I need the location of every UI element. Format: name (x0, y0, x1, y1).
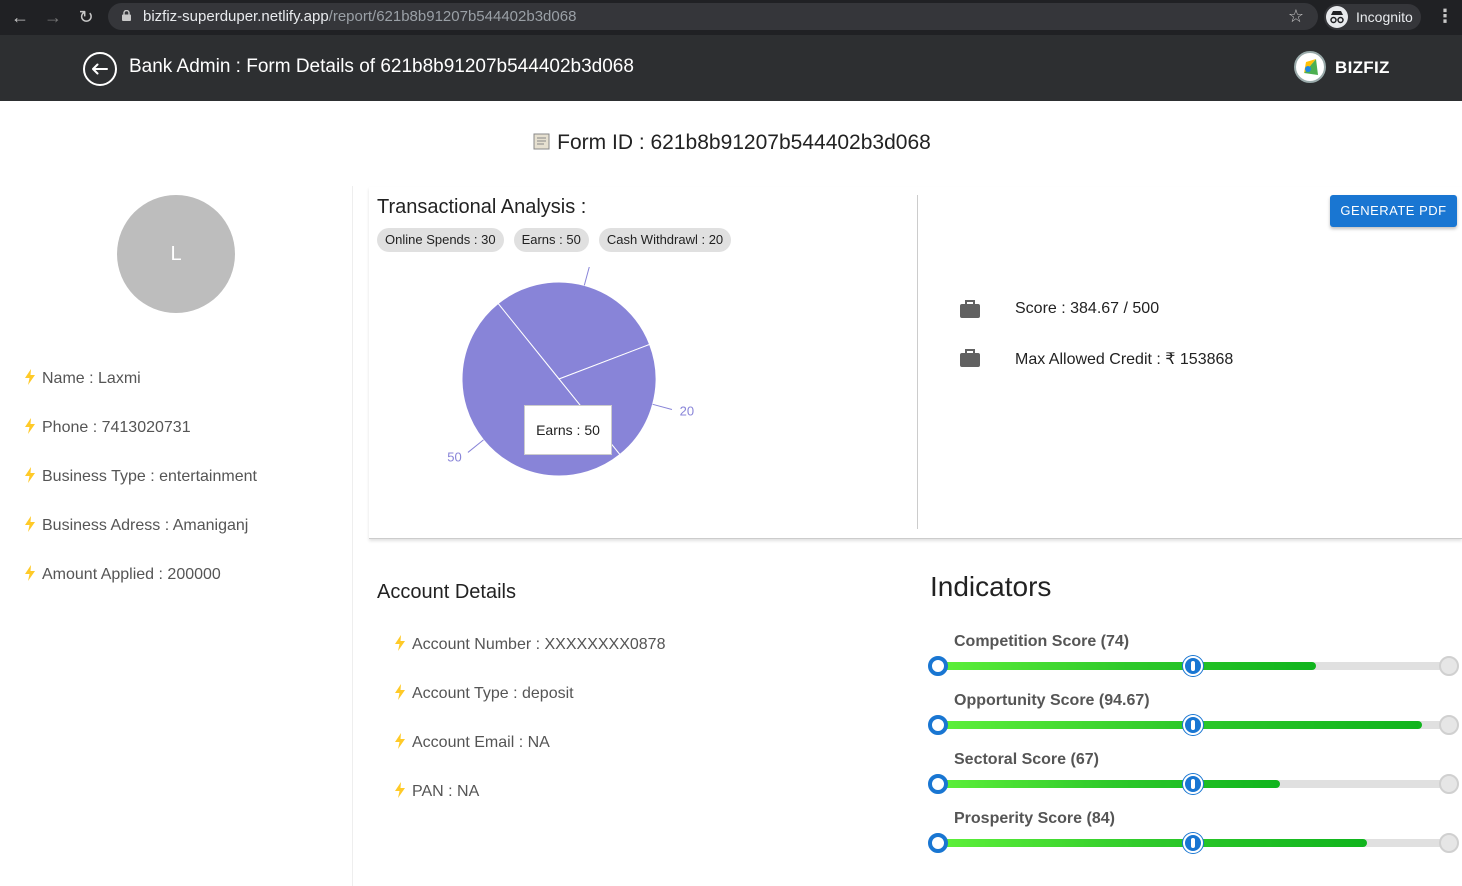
account-number: Account Number : XXXXXXXX0878 (394, 635, 665, 654)
briefcase-icon (960, 300, 980, 318)
pie-value-label: 50 (447, 449, 461, 464)
account-details-title: Account Details (377, 581, 516, 603)
lightning-icon (25, 418, 35, 434)
account-email: Account Email : NA (394, 733, 550, 752)
page-title: Bank Admin : Form Details of 621b8b91207… (129, 56, 634, 77)
account-details-card: Account Details Account Number : XXXXXXX… (369, 562, 909, 882)
slider-mid-handle[interactable] (1183, 833, 1203, 853)
scroll-icon (533, 133, 550, 150)
account-pan: PAN : NA (394, 782, 479, 801)
chip-cash-withdrawl[interactable]: Cash Withdrawl : 20 (598, 228, 732, 252)
slider-fill (937, 721, 1422, 729)
bookmark-star-icon[interactable]: ☆ (1288, 6, 1304, 27)
arrow-left-icon (92, 63, 108, 75)
lightning-icon (395, 635, 405, 651)
indicator-slider-opportunity[interactable] (928, 715, 1459, 735)
slider-end-handle[interactable] (1439, 715, 1459, 735)
browser-toolbar: ← → ↻ bizfiz-superduper.netlify.app/repo… (0, 0, 1462, 35)
slider-end-handle[interactable] (1439, 833, 1459, 853)
slider-start-handle[interactable] (928, 833, 948, 853)
lightning-icon (25, 565, 35, 581)
brand-name: BIZFIZ (1335, 58, 1390, 77)
transactional-analysis-card: Transactional Analysis : Online Spends :… (369, 187, 1462, 539)
app-header: Bank Admin : Form Details of 621b8b91207… (0, 35, 1462, 101)
generate-pdf-button[interactable]: GENERATE PDF (1330, 195, 1457, 227)
indicator-label-competition: Competition Score (74) (954, 633, 1130, 650)
form-id-heading: Form ID : 621b8b91207b544402b3d068 (0, 131, 1462, 155)
profile-business-address: Business Adress : Amaniganj (24, 516, 248, 535)
indicator-slider-prosperity[interactable] (928, 833, 1459, 853)
slider-start-handle[interactable] (928, 774, 948, 794)
slider-end-handle[interactable] (1439, 656, 1459, 676)
slider-end-handle[interactable] (1439, 774, 1459, 794)
transactional-analysis-title: Transactional Analysis : (377, 196, 587, 218)
address-bar[interactable]: bizfiz-superduper.netlify.app/report/621… (108, 3, 1318, 30)
lock-icon (122, 10, 131, 21)
pie-label-line (652, 403, 673, 411)
chip-online-spends[interactable]: Online Spends : 30 (377, 228, 504, 252)
incognito-icon (1326, 6, 1348, 28)
profile-amount-applied: Amount Applied : 200000 (24, 565, 221, 584)
bizfiz-logo (1294, 51, 1326, 83)
chip-earns[interactable]: Earns : 50 (513, 228, 589, 252)
slider-mid-handle[interactable] (1183, 656, 1203, 676)
forward-arrow-icon[interactable]: → (42, 6, 64, 28)
slider-start-handle[interactable] (928, 656, 948, 676)
briefcase-icon (960, 349, 980, 367)
lightning-icon (395, 684, 405, 700)
incognito-badge[interactable]: Incognito (1324, 4, 1421, 30)
lightning-icon (25, 467, 35, 483)
slider-fill (937, 662, 1316, 670)
indicators-title: Indicators (930, 571, 1052, 602)
transaction-chips: Online Spends : 30 Earns : 50 Cash Withd… (377, 228, 732, 252)
url-text: bizfiz-superduper.netlify.app/report/621… (143, 8, 577, 25)
lightning-icon (25, 516, 35, 532)
pie-tooltip: Earns : 50 (524, 405, 612, 455)
back-button[interactable] (83, 52, 117, 86)
browser-menu-icon[interactable]: ⋮ (1436, 6, 1454, 27)
indicator-label-sectoral: Sectoral Score (67) (954, 751, 1099, 768)
indicator-label-prosperity: Prosperity Score (84) (954, 810, 1115, 827)
account-type: Account Type : deposit (394, 684, 574, 703)
avatar: L (117, 195, 235, 313)
pie-label-line (583, 267, 590, 286)
lightning-icon (395, 782, 405, 798)
lightning-icon (395, 733, 405, 749)
slider-start-handle[interactable] (928, 715, 948, 735)
indicator-label-opportunity: Opportunity Score (94.67) (954, 692, 1150, 709)
slider-mid-handle[interactable] (1183, 715, 1203, 735)
pie-label-line (467, 439, 484, 453)
slider-fill (937, 780, 1281, 788)
reload-icon[interactable]: ↻ (75, 6, 97, 28)
profile-phone: Phone : 7413020731 (24, 418, 191, 437)
pie-value-label: 20 (680, 404, 694, 419)
profile-panel: L Name : Laxmi Phone : 7413020731 Busine… (0, 186, 353, 886)
profile-business-type: Business Type : entertainment (24, 467, 257, 486)
profile-name: Name : Laxmi (24, 369, 141, 388)
slider-mid-handle[interactable] (1183, 774, 1203, 794)
card-divider (917, 195, 918, 529)
lightning-icon (25, 369, 35, 385)
indicator-slider-competition[interactable] (928, 656, 1459, 676)
slider-fill (937, 839, 1368, 847)
back-arrow-icon[interactable]: ← (9, 6, 31, 28)
incognito-label: Incognito (1356, 9, 1413, 25)
indicator-slider-sectoral[interactable] (928, 774, 1459, 794)
